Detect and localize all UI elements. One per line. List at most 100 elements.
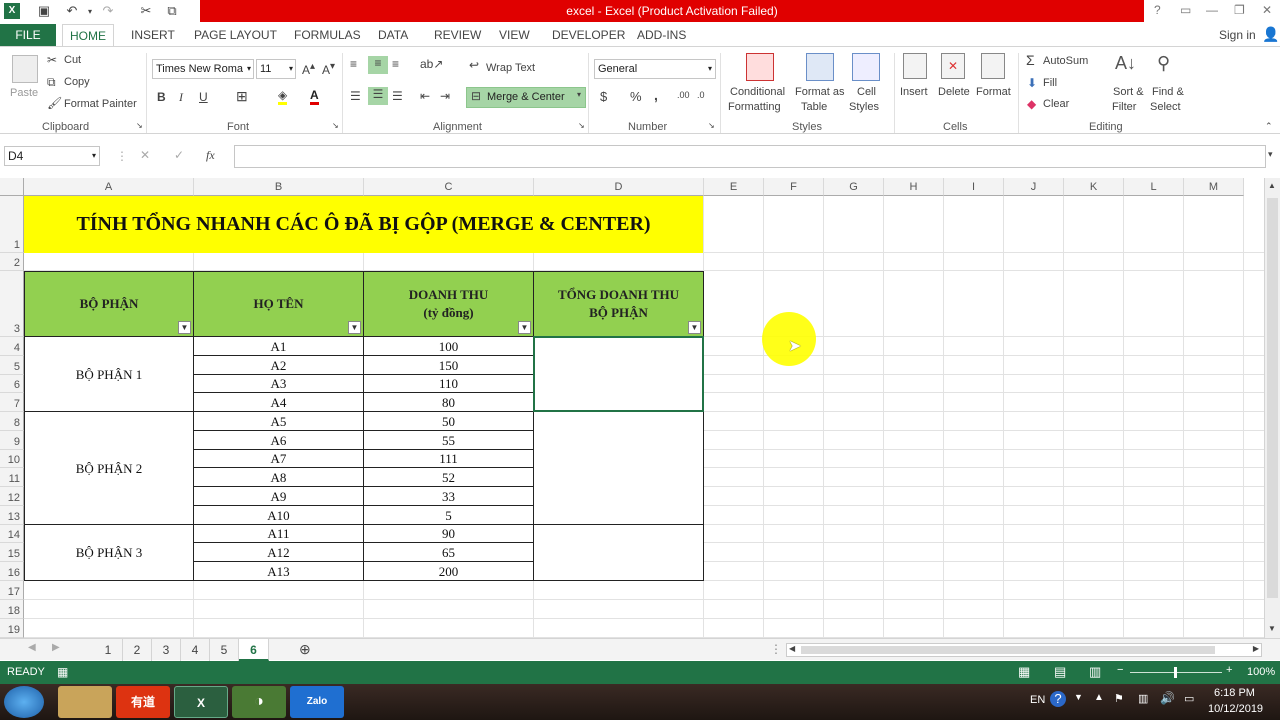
tab-review[interactable]: REVIEW <box>434 28 481 42</box>
conditional-formatting-icon[interactable] <box>746 53 774 81</box>
decrease-font-icon[interactable]: A▾ <box>322 61 335 77</box>
comma-button[interactable]: , <box>654 87 658 103</box>
row-header-14[interactable]: 14 <box>0 525 24 543</box>
align-center-icon[interactable]: ☰ <box>368 87 388 105</box>
tab-formulas[interactable]: FORMULAS <box>294 28 361 42</box>
next-sheet-icon[interactable]: ▶ <box>52 642 60 653</box>
battery-icon[interactable]: ▭ <box>1184 692 1194 705</box>
column-header-d[interactable]: D <box>534 178 704 196</box>
file-explorer-icon[interactable] <box>58 686 112 718</box>
undo-dropdown-icon[interactable]: ▾ <box>80 7 100 16</box>
header-doanh-thu[interactable]: DOANH THU (tỷ đồng) <box>363 271 534 337</box>
find-select-line2[interactable]: Select <box>1150 101 1181 113</box>
column-header-a[interactable]: A <box>24 178 194 196</box>
revenue-cell[interactable]: 80 <box>364 393 534 412</box>
borders-icon[interactable]: ⊞ <box>236 88 248 105</box>
total-cell[interactable] <box>534 525 704 581</box>
name-cell[interactable]: A2 <box>194 356 364 375</box>
sort-filter-line1[interactable]: Sort & <box>1113 86 1144 98</box>
show-hidden-icon[interactable]: ▲ <box>1094 692 1104 703</box>
align-bottom-icon[interactable]: ≡ <box>392 57 399 71</box>
flag-icon[interactable]: ⚑ <box>1114 692 1124 705</box>
paste-icon[interactable] <box>12 55 38 83</box>
name-cell[interactable]: A11 <box>194 525 364 543</box>
currency-button[interactable]: $ <box>600 89 607 104</box>
format-as-table-line2[interactable]: Table <box>801 101 827 113</box>
insert-function-button[interactable]: fx <box>206 148 215 163</box>
sheet-title[interactable]: TÍNH TỔNG NHANH CÁC Ô ĐÃ BỊ GỘP (MERGE &… <box>24 196 703 253</box>
name-box[interactable]: D4 ▾ <box>4 146 100 166</box>
filter-dropdown-icon[interactable]: ▼ <box>348 321 361 334</box>
merge-center-button[interactable]: ⊟ Merge & Center ▾ <box>466 87 586 108</box>
network-icon[interactable]: ▥ <box>1138 692 1148 705</box>
h-scroll-thumb[interactable] <box>801 646 1215 654</box>
revenue-cell[interactable]: 90 <box>364 525 534 543</box>
sheet-tab-4[interactable]: 4 <box>181 639 210 661</box>
formula-input[interactable] <box>234 145 1266 168</box>
revenue-cell[interactable]: 100 <box>364 337 534 356</box>
format-cells-button[interactable]: Format <box>976 86 1011 98</box>
name-cell[interactable]: A3 <box>194 375 364 393</box>
name-cell[interactable]: A1 <box>194 337 364 356</box>
autosum-icon[interactable]: Σ <box>1026 52 1035 68</box>
revenue-cell[interactable]: 65 <box>364 543 534 562</box>
select-all-corner[interactable] <box>0 178 24 196</box>
row-header-2[interactable]: 2 <box>0 253 24 271</box>
excel-taskbar-icon[interactable]: X <box>174 686 228 718</box>
revenue-cell[interactable]: 50 <box>364 412 534 431</box>
total-cell[interactable] <box>534 337 704 412</box>
macro-record-icon[interactable]: ▦ <box>57 665 68 679</box>
row-header-10[interactable]: 10 <box>0 450 24 468</box>
underline-button[interactable]: U <box>199 90 208 104</box>
page-layout-view-icon[interactable]: ▤ <box>1054 664 1066 680</box>
name-cell[interactable]: A7 <box>194 450 364 468</box>
column-header-h[interactable]: H <box>884 178 944 196</box>
copy-icon[interactable]: ⧉ <box>47 75 56 90</box>
collapse-ribbon-icon[interactable]: ⌃ <box>1265 121 1273 132</box>
new-sheet-icon[interactable]: ⊕ <box>299 641 311 658</box>
zoom-in-icon[interactable]: + <box>1226 664 1232 676</box>
cancel-icon[interactable]: ✕ <box>140 148 150 162</box>
name-cell[interactable]: A6 <box>194 431 364 450</box>
volume-icon[interactable]: 🔊 <box>1160 691 1175 705</box>
column-header-e[interactable]: E <box>704 178 764 196</box>
find-select-icon[interactable]: ⚲ <box>1157 53 1170 74</box>
group-cell[interactable]: BỘ PHẬN 3 <box>24 525 194 581</box>
revenue-cell[interactable]: 200 <box>364 562 534 581</box>
format-as-table-line1[interactable]: Format as <box>795 86 845 98</box>
row-header-13[interactable]: 13 <box>0 506 24 525</box>
zalo-icon[interactable]: Zalo <box>290 686 344 718</box>
clock-time[interactable]: 6:18 PM <box>1214 687 1255 699</box>
help-button[interactable]: ? <box>1154 3 1161 17</box>
format-painter-button[interactable]: Format Painter <box>64 98 137 110</box>
font-size-select[interactable]: 11 ▾ <box>256 59 296 79</box>
tab-add-ins[interactable]: ADD-INS <box>637 28 686 42</box>
undo-icon[interactable]: ↶ <box>62 3 82 19</box>
row-header-1[interactable]: 1 <box>0 196 24 253</box>
autosum-button[interactable]: AutoSum <box>1043 55 1088 67</box>
delete-cells-button[interactable]: Delete <box>938 86 970 98</box>
name-cell[interactable]: A9 <box>194 487 364 506</box>
redo-icon[interactable]: ↷ <box>98 3 118 19</box>
increase-font-icon[interactable]: A▴ <box>302 61 315 77</box>
header-bo-phan[interactable]: BỘ PHẬN <box>24 271 194 337</box>
revenue-cell[interactable]: 52 <box>364 468 534 487</box>
tab-data[interactable]: DATA <box>378 28 408 42</box>
youdao-icon[interactable]: 有道 <box>116 686 170 718</box>
zoom-thumb[interactable] <box>1174 667 1177 678</box>
font-name-select[interactable]: Times New Roma ▾ <box>152 59 254 79</box>
revenue-cell[interactable]: 33 <box>364 487 534 506</box>
prev-sheet-icon[interactable]: ◀ <box>28 642 36 653</box>
column-header-k[interactable]: K <box>1064 178 1124 196</box>
name-cell[interactable]: A13 <box>194 562 364 581</box>
cut-icon[interactable]: ✂ <box>47 53 57 67</box>
tab-developer[interactable]: DEVELOPER <box>552 28 625 42</box>
scroll-thumb[interactable] <box>1267 198 1278 598</box>
revenue-cell[interactable]: 150 <box>364 356 534 375</box>
orientation-icon[interactable]: ab↗ <box>420 57 443 71</box>
column-header-c[interactable]: C <box>364 178 534 196</box>
start-button-icon[interactable] <box>4 686 44 718</box>
page-break-view-icon[interactable]: ▥ <box>1089 664 1101 680</box>
sort-filter-icon[interactable]: A↓ <box>1115 53 1136 74</box>
enter-icon[interactable]: ✓ <box>174 148 184 162</box>
